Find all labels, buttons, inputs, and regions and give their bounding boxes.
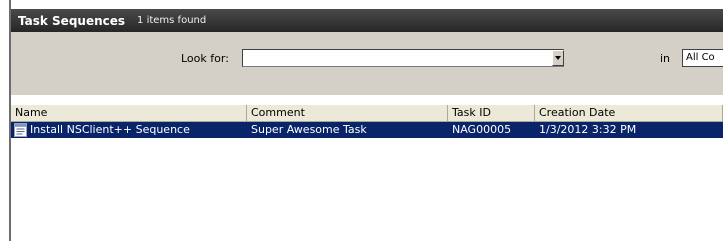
task-sequence-icon: [14, 123, 27, 137]
list-top-spacer: [11, 95, 723, 105]
in-label: in: [660, 52, 671, 65]
column-headers: Name Comment Task ID Creation Date: [11, 105, 723, 122]
look-for-label: Look for:: [181, 52, 229, 65]
row-comment-cell: Super Awesome Task: [251, 123, 367, 136]
row-name-text: Install NSClient++ Sequence: [30, 123, 190, 136]
row-name-cell: Install NSClient++ Sequence: [11, 122, 247, 138]
column-header-creation-date[interactable]: Creation Date: [535, 105, 723, 121]
panel-titlebar: Task Sequences 1 items found: [11, 9, 723, 32]
panel-title: Task Sequences: [18, 13, 126, 28]
look-for-dropdown-button[interactable]: [552, 50, 564, 66]
look-for-input[interactable]: [242, 49, 564, 67]
table-row[interactable]: Install NSClient++ Sequence Super Awesom…: [11, 122, 723, 138]
task-sequence-list: Name Comment Task ID Creation Date Insta…: [11, 95, 723, 241]
search-bar: Look for: in All Co: [11, 32, 723, 95]
row-task-id-cell: NAG00005: [452, 123, 512, 136]
task-sequences-panel: Task Sequences 1 items found Look for: i…: [0, 0, 723, 241]
in-scope-select[interactable]: All Co: [682, 49, 723, 67]
items-found-count: 1 items found: [137, 15, 207, 26]
column-header-name[interactable]: Name: [11, 105, 247, 121]
row-creation-date-cell: 1/3/2012 3:32 PM: [539, 123, 637, 136]
column-header-comment[interactable]: Comment: [247, 105, 448, 121]
column-header-task-id[interactable]: Task ID: [448, 105, 535, 121]
chevron-down-icon: [555, 56, 561, 60]
